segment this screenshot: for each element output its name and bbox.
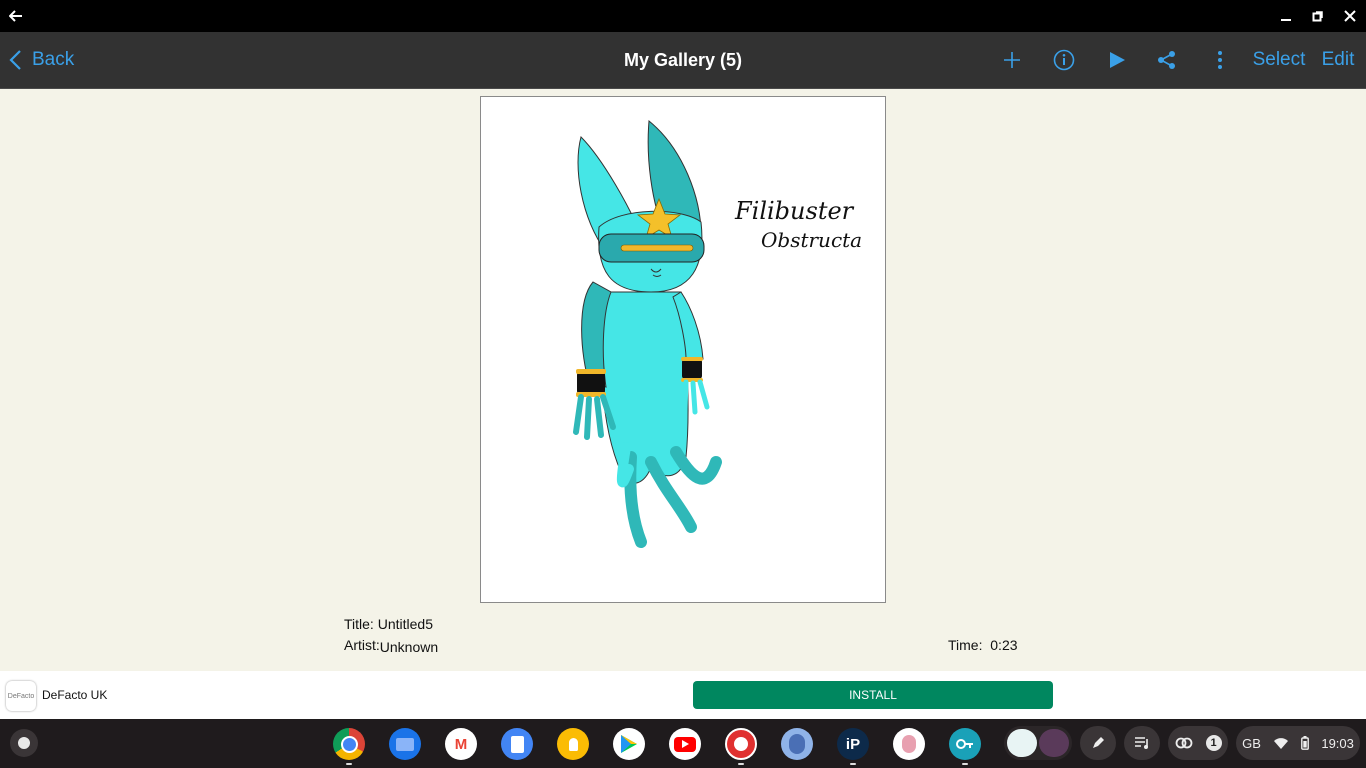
share-button[interactable] [1151, 32, 1183, 88]
add-button[interactable] [996, 32, 1028, 88]
launcher-button[interactable] [10, 729, 38, 757]
close-icon[interactable] [1334, 0, 1366, 32]
time-label: Time: [948, 637, 983, 653]
time-value: 0:23 [990, 637, 1018, 653]
chrome-app-icon[interactable] [333, 728, 365, 760]
window-back-icon[interactable] [0, 0, 32, 32]
youtube-app-icon[interactable] [669, 728, 701, 760]
plus-icon [1004, 52, 1020, 68]
stylus-button[interactable] [1080, 726, 1116, 760]
wifi-icon [1274, 737, 1289, 749]
more-options-button[interactable] [1204, 32, 1236, 88]
more-vertical-icon [1218, 51, 1222, 69]
clock: 19:03 [1321, 735, 1354, 751]
advertiser-name[interactable]: DeFacto UK [42, 688, 107, 702]
gallery-app-bar: Back My Gallery (5) Select Edit [0, 32, 1366, 89]
artist-label: Artist: [344, 637, 380, 653]
minimize-icon[interactable] [1270, 0, 1302, 32]
info-button[interactable] [1048, 32, 1080, 88]
artwork-text-line1: Filibuster [734, 197, 855, 225]
title-value: Untitled5 [377, 616, 433, 632]
key-app-icon[interactable] [949, 728, 981, 760]
app-icon-character[interactable] [781, 728, 813, 760]
running-indicator [962, 763, 968, 765]
playlist-icon [1135, 737, 1148, 749]
status-tray[interactable]: GB 19:03 [1236, 726, 1360, 760]
notification-count-badge: 1 [1205, 735, 1222, 751]
artwork-text-line2: Obstructa [761, 228, 862, 252]
title-label: Title: [344, 616, 374, 632]
battery-icon [1301, 736, 1310, 750]
keyboard-layout-indicator: GB [1242, 735, 1261, 751]
restore-icon[interactable] [1302, 0, 1334, 32]
notifications-button[interactable]: 1 [1168, 726, 1228, 760]
media-controls-button[interactable] [1124, 726, 1160, 760]
app-icon-avatar[interactable] [893, 728, 925, 760]
play-button[interactable] [1101, 32, 1133, 88]
install-button[interactable]: INSTALL [693, 681, 1053, 709]
window-title-bar [0, 0, 1366, 32]
running-indicator [346, 763, 352, 765]
ad-banner[interactable]: DeFacto DeFacto UK INSTALL [0, 671, 1366, 719]
artist-value: Unknown [379, 639, 439, 655]
edit-button[interactable]: Edit [1318, 32, 1358, 88]
chevron-left-icon [9, 50, 21, 70]
artwork-title: Title: Untitled5 [344, 616, 433, 632]
share-icon [1158, 51, 1175, 69]
play-store-app-icon[interactable] [613, 728, 645, 760]
artwork-preview[interactable]: Filibuster Obstructa [480, 96, 886, 603]
back-button[interactable]: Back [8, 32, 74, 88]
stylus-icon [1093, 737, 1104, 748]
running-indicator [738, 763, 744, 765]
tray-app-icon [1175, 737, 1192, 749]
files-app-icon[interactable] [389, 728, 421, 760]
info-icon [1053, 49, 1075, 71]
ibis-paint-app-icon[interactable]: iP [837, 728, 869, 760]
running-indicator [850, 763, 856, 765]
back-label: Back [32, 49, 75, 70]
character-drawing: Filibuster Obstructa [573, 120, 862, 548]
window-preview-thumbnail[interactable] [1004, 726, 1072, 760]
artwork-time: Time: 0:23 [948, 637, 1018, 653]
select-button[interactable]: Select [1250, 32, 1308, 88]
system-shelf: M iP 1 GB 19:03 [0, 719, 1366, 768]
app-icon-red[interactable] [725, 728, 757, 760]
gmail-app-icon[interactable]: M [445, 728, 477, 760]
keep-app-icon[interactable] [557, 728, 589, 760]
docs-app-icon[interactable] [501, 728, 533, 760]
artwork-artist: Artist:Unknown [344, 637, 439, 655]
launcher-icon [18, 737, 30, 749]
advertiser-logo: DeFacto [6, 681, 36, 711]
play-icon [1110, 52, 1125, 68]
